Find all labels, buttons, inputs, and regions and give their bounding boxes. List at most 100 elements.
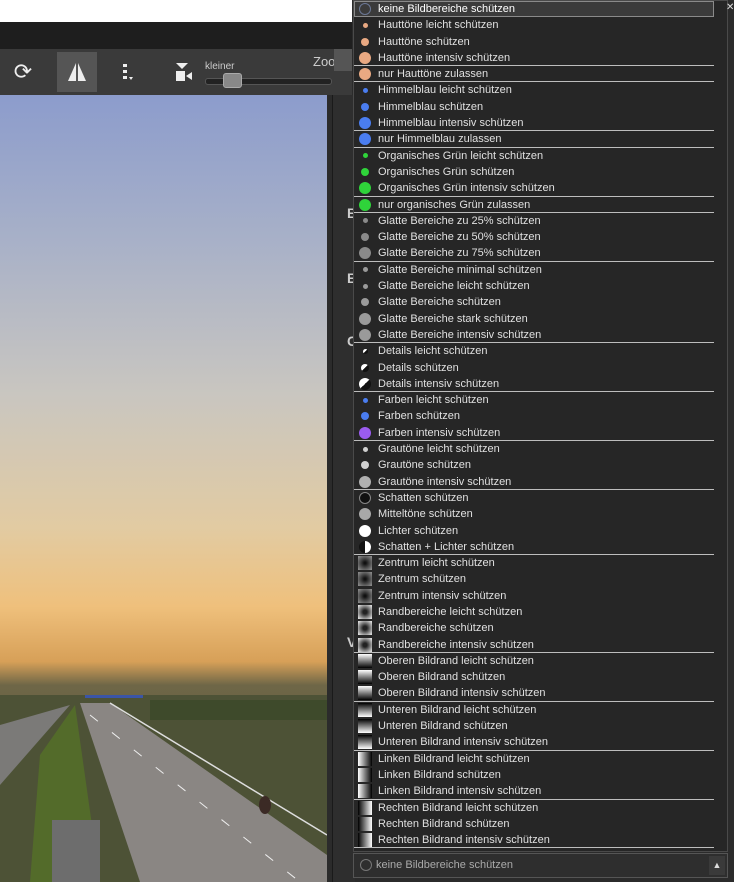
dropdown-item-label: Rechten Bildrand intensiv schützen bbox=[378, 834, 550, 847]
dropdown-item[interactable]: Organisches Grün intensiv schützen bbox=[354, 180, 714, 197]
dropdown-item[interactable]: Grautöne intensiv schützen bbox=[354, 474, 714, 490]
dropdown-item[interactable]: nur organisches Grün zulassen bbox=[354, 197, 714, 213]
dropdown-item[interactable]: Himmelblau schützen bbox=[354, 99, 714, 115]
dropdown-item[interactable]: Schatten + Lichter schützen bbox=[354, 539, 714, 556]
colors-medium-icon bbox=[358, 409, 372, 423]
dropdown-item[interactable]: Himmelblau intensiv schützen bbox=[354, 115, 714, 132]
dropdown-item[interactable]: Farben intensiv schützen bbox=[354, 425, 714, 442]
protection-dropdown-list[interactable]: keine Bildbereiche schützen Hauttöne leic… bbox=[353, 0, 728, 852]
dropdown-item-label: Rechten Bildrand schützen bbox=[378, 817, 510, 830]
dropdown-item-label: Unteren Bildrand leicht schützen bbox=[378, 703, 537, 716]
dropdown-item[interactable]: Glatte Bereiche schützen bbox=[354, 294, 714, 310]
skin-large-icon bbox=[358, 51, 372, 65]
dropdown-item[interactable]: Farben leicht schützen bbox=[354, 392, 714, 408]
dropdown-item[interactable]: Hauttöne schützen bbox=[354, 34, 714, 50]
dropdown-item[interactable]: Unteren Bildrand schützen bbox=[354, 718, 714, 734]
dropdown-item[interactable]: Rechten Bildrand leicht schützen bbox=[354, 800, 714, 816]
dropdown-item[interactable]: Glatte Bereiche zu 50% schützen bbox=[354, 229, 714, 245]
dropdown-item[interactable]: Unteren Bildrand intensiv schützen bbox=[354, 734, 714, 751]
dropdown-item[interactable]: Schatten schützen bbox=[354, 490, 714, 506]
dropdown-item[interactable]: Oberen Bildrand schützen bbox=[354, 669, 714, 685]
dropdown-item[interactable]: Hauttöne intensiv schützen bbox=[354, 50, 714, 67]
rotate-icon[interactable]: ⟳ bbox=[3, 52, 43, 92]
dropdown-item[interactable]: Details intensiv schützen bbox=[354, 376, 714, 393]
dropdown-item[interactable]: Organisches Grün leicht schützen bbox=[354, 148, 714, 164]
dropdown-item[interactable]: Glatte Bereiche stark schützen bbox=[354, 311, 714, 327]
dropdown-item[interactable]: Lichter schützen bbox=[354, 523, 714, 539]
dropdown-item-label: Hauttöne schützen bbox=[378, 35, 470, 48]
zoom-field[interactable] bbox=[334, 49, 352, 71]
dropdown-item-label: Glatte Bereiche stark schützen bbox=[378, 312, 528, 325]
skin-only-icon bbox=[358, 67, 372, 81]
dropdown-item[interactable]: Glatte Bereiche zu 75% schützen bbox=[354, 245, 714, 262]
dropdown-item[interactable]: Unteren Bildrand leicht schützen bbox=[354, 702, 714, 718]
green-medium-icon bbox=[358, 165, 372, 179]
bottom-edge-large-icon bbox=[358, 735, 372, 750]
dropdown-item[interactable]: Organisches Grün schützen bbox=[354, 164, 714, 180]
dropdown-item[interactable]: Glatte Bereiche minimal schützen bbox=[354, 262, 714, 278]
bottom-edge-small-icon bbox=[358, 702, 372, 717]
right-edge-small-icon bbox=[358, 800, 372, 815]
dropdown-item-label: Glatte Bereiche zu 50% schützen bbox=[378, 231, 541, 244]
protection-combo[interactable]: keine Bildbereiche schützen ▲ bbox=[353, 853, 728, 878]
dropdown-item[interactable]: nur Himmelblau zulassen bbox=[354, 131, 714, 148]
dropdown-item-label: Organisches Grün leicht schützen bbox=[378, 149, 544, 162]
dropdown-item-label: Glatte Bereiche minimal schützen bbox=[378, 263, 542, 276]
center-small-icon bbox=[358, 556, 372, 571]
dropdown-item-label: Unteren Bildrand schützen bbox=[378, 720, 508, 733]
dropdown-item-label: Glatte Bereiche leicht schützen bbox=[378, 280, 530, 293]
dropdown-item-label: Randbereiche intensiv schützen bbox=[378, 638, 534, 651]
zoom-slider-knob[interactable] bbox=[223, 73, 242, 88]
toolbar: ⟳ kleiner Zoo bbox=[0, 49, 352, 95]
smooth-75-icon bbox=[358, 246, 372, 260]
dropdown-item[interactable]: Linken Bildrand schützen bbox=[354, 767, 714, 783]
smooth-intense-icon bbox=[358, 328, 372, 342]
dropdown-item[interactable]: Oberen Bildrand intensiv schützen bbox=[354, 685, 714, 702]
none-icon bbox=[360, 859, 372, 871]
dropdown-item[interactable]: Hauttöne leicht schützen bbox=[354, 17, 714, 33]
compare-icon[interactable] bbox=[107, 52, 147, 92]
preview-icon[interactable] bbox=[162, 52, 202, 92]
dropdown-item[interactable]: Zentrum schützen bbox=[354, 571, 714, 587]
dropdown-item[interactable]: Randbereiche schützen bbox=[354, 620, 714, 636]
dropdown-item-label: Rechten Bildrand leicht schützen bbox=[378, 801, 539, 814]
dropdown-item[interactable]: Linken Bildrand leicht schützen bbox=[354, 751, 714, 767]
green-only-icon bbox=[358, 198, 372, 212]
center-medium-icon bbox=[358, 572, 372, 587]
dropdown-item-label: Grautöne intensiv schützen bbox=[378, 475, 512, 488]
mirror-icon[interactable] bbox=[57, 52, 97, 92]
dropdown-item-label: Farben leicht schützen bbox=[378, 394, 489, 407]
smooth-50-icon bbox=[358, 230, 372, 244]
dropdown-item[interactable]: nur Hauttöne zulassen bbox=[354, 66, 714, 83]
dropdown-item-label: Grautöne leicht schützen bbox=[378, 443, 500, 456]
dropdown-item[interactable]: Details schützen bbox=[354, 360, 714, 376]
dropdown-item[interactable]: Randbereiche intensiv schützen bbox=[354, 637, 714, 653]
dropdown-item[interactable]: Grautöne schützen bbox=[354, 457, 714, 473]
dropdown-item[interactable]: Himmelblau leicht schützen bbox=[354, 82, 714, 98]
dropdown-item[interactable]: Randbereiche leicht schützen bbox=[354, 604, 714, 620]
dropdown-item-label: Linken Bildrand intensiv schützen bbox=[378, 785, 542, 798]
dropdown-item-label: nur organisches Grün zulassen bbox=[378, 198, 531, 211]
dropdown-item-label: Hauttöne leicht schützen bbox=[378, 19, 499, 32]
bottom-edge-medium-icon bbox=[358, 719, 372, 734]
dropdown-item[interactable]: Glatte Bereiche zu 25% schützen bbox=[354, 213, 714, 229]
dropdown-item[interactable]: Glatte Bereiche leicht schützen bbox=[354, 278, 714, 294]
dropdown-item-label: Grautöne schützen bbox=[378, 459, 471, 472]
dropdown-item[interactable]: Mitteltöne schützen bbox=[354, 506, 714, 522]
dropdown-item[interactable]: Rechten Bildrand schützen bbox=[354, 816, 714, 832]
dropdown-item-label: Schatten + Lichter schützen bbox=[378, 540, 515, 553]
left-edge-small-icon bbox=[358, 751, 372, 766]
dropdown-item[interactable]: Zentrum intensiv schützen bbox=[354, 588, 714, 604]
dropdown-item[interactable]: Farben schützen bbox=[354, 408, 714, 424]
dropdown-item[interactable]: Linken Bildrand intensiv schützen bbox=[354, 783, 714, 800]
dropdown-item[interactable]: Glatte Bereiche intensiv schützen bbox=[354, 327, 714, 344]
dropdown-item[interactable]: Details leicht schützen bbox=[354, 343, 714, 359]
dropdown-item[interactable]: Zentrum leicht schützen bbox=[354, 555, 714, 571]
dropdown-item[interactable]: Oberen Bildrand leicht schützen bbox=[354, 653, 714, 669]
dropdown-item[interactable]: keine Bildbereiche schützen bbox=[354, 1, 714, 18]
right-edge-large-icon bbox=[358, 833, 372, 848]
dropdown-item[interactable]: Rechten Bildrand intensiv schützen bbox=[354, 832, 714, 849]
chevron-up-icon[interactable]: ▲ bbox=[709, 856, 725, 875]
dropdown-item[interactable]: Grautöne leicht schützen bbox=[354, 441, 714, 457]
close-icon[interactable]: ✕ bbox=[726, 2, 734, 13]
